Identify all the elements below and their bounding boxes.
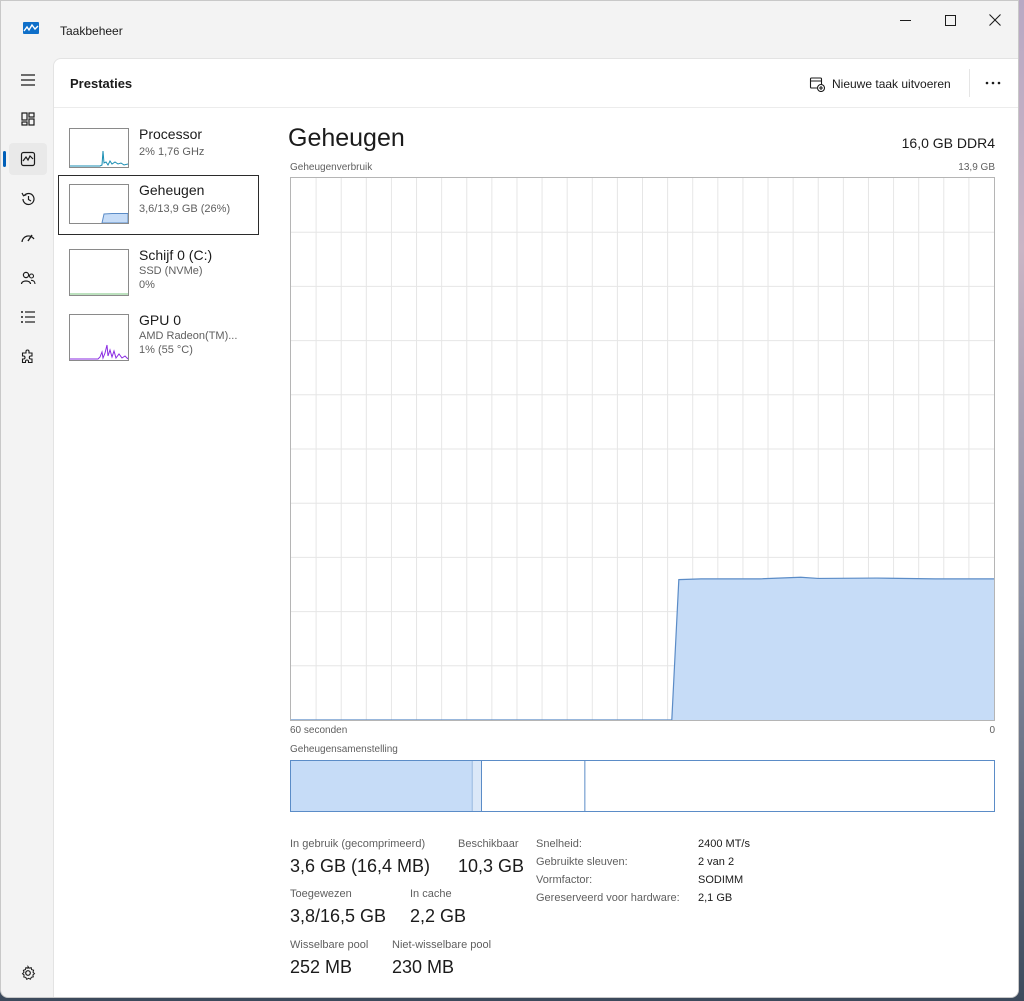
resource-detail: AMD Radeon(TM)...: [139, 330, 238, 342]
spec-label-reserved: Gereserveerd voor hardware:: [536, 892, 680, 904]
resource-item-memory[interactable]: Geheugen 3,6/13,9 GB (26%): [58, 175, 259, 235]
run-new-task-button[interactable]: Nieuwe taak uitvoeren: [809, 74, 951, 94]
chart-y-max: 13,9 GB: [958, 162, 995, 173]
hamburger-icon: [21, 74, 35, 86]
composition-in-use: [291, 761, 473, 811]
page-title: Prestaties: [70, 76, 133, 91]
cached-label: In cache: [410, 888, 452, 900]
x-axis-right-label: 0: [989, 725, 995, 736]
processor-thumbnail: [69, 128, 129, 168]
composition-modified: [472, 761, 482, 811]
header-separator: [969, 69, 970, 97]
in-use-value: 3,6 GB (16,4 MB): [290, 856, 431, 876]
users-icon: [20, 271, 36, 285]
minimize-icon: [899, 19, 911, 21]
resource-detail: 3,6/13,9 GB (26%): [139, 203, 231, 215]
memory-type: 16,0 GB DDR4: [901, 135, 995, 151]
resource-title: Geheugen: [288, 124, 405, 152]
performance-panel: Prestaties Nieuwe taak uitvoeren Process…: [53, 58, 1018, 997]
nav-processes[interactable]: [9, 103, 47, 135]
nav-app-history[interactable]: [9, 183, 47, 215]
new-task-icon: [809, 77, 825, 92]
nav-startup-apps[interactable]: [9, 222, 47, 254]
details-list-icon: [21, 311, 35, 323]
minimize-button[interactable]: [882, 9, 928, 31]
cached-value: 2,2 GB: [410, 906, 467, 926]
chart-title: Geheugenverbruik: [290, 162, 373, 173]
x-axis-left-label: 60 seconden: [290, 725, 348, 736]
spec-value-speed: 2400 MT/s: [698, 838, 750, 850]
page-header: Prestaties Nieuwe taak uitvoeren: [54, 59, 1018, 108]
run-new-task-label: Nieuwe taak uitvoeren: [832, 77, 951, 91]
task-manager-window: Taakbeheer Prestaties Nieuwe taak uitvoe…: [0, 0, 1019, 998]
resource-item-disk[interactable]: Schijf 0 (C:) SSD (NVMe) 0%: [58, 240, 259, 300]
window-title: Taakbeheer: [60, 24, 123, 38]
spec-value-slots: 2 van 2: [698, 856, 735, 868]
resource-detail: 2% 1,76 GHz: [139, 146, 205, 158]
memory-thumbnail: [69, 184, 129, 224]
gpu-thumbnail: [69, 314, 129, 361]
resource-usage: 1% (55 °C): [139, 344, 193, 356]
resource-name: GPU 0: [139, 312, 182, 328]
memory-composition-bar: [290, 760, 995, 812]
spec-value-reserved: 2,1 GB: [698, 892, 733, 904]
nav-settings[interactable]: [9, 957, 47, 989]
resource-name: Schijf 0 (C:): [139, 247, 213, 263]
composition-label: Geheugensamenstelling: [290, 744, 398, 755]
disk-thumbnail: [69, 249, 129, 296]
nav-performance[interactable]: [3, 143, 47, 175]
in-use-label: In gebruik (gecomprimeerd): [290, 838, 426, 850]
spec-label-form-factor: Vormfactor:: [536, 874, 593, 886]
nonpaged-pool-label: Niet-wisselbare pool: [392, 939, 492, 951]
history-icon: [21, 192, 35, 206]
resource-detail: SSD (NVMe): [139, 265, 203, 277]
gear-icon: [21, 965, 36, 980]
paged-pool-value: 252 MB: [290, 957, 353, 977]
speedometer-icon: [21, 234, 35, 243]
more-options-button[interactable]: [976, 72, 1010, 94]
resource-item-gpu[interactable]: GPU 0 AMD Radeon(TM)... 1% (55 °C): [58, 305, 259, 365]
maximize-icon: [944, 14, 956, 26]
task-manager-app-icon: [23, 21, 39, 34]
memory-usage-chart-svg: [291, 178, 994, 721]
resource-name: Geheugen: [139, 182, 205, 198]
resource-name: Processor: [139, 126, 203, 142]
close-button[interactable]: [972, 9, 1018, 31]
memory-composition-svg: [291, 761, 586, 811]
nav-details[interactable]: [9, 301, 47, 333]
maximize-button[interactable]: [927, 9, 973, 31]
performance-icon: [20, 151, 36, 167]
available-value: 10,3 GB: [458, 856, 525, 876]
resource-item-processor[interactable]: Processor 2% 1,76 GHz: [58, 119, 259, 179]
spec-value-form-factor: SODIMM: [698, 874, 744, 886]
spec-label-slots: Gebruikte sleuven:: [536, 856, 628, 868]
paged-pool-label: Wisselbare pool: [290, 939, 369, 951]
memory-usage-chart: [290, 177, 995, 721]
services-puzzle-icon: [21, 349, 33, 364]
committed-label: Toegewezen: [290, 888, 352, 900]
close-icon: [989, 14, 1001, 26]
more-dots-icon: [985, 81, 1001, 85]
committed-value: 3,8/16,5 GB: [290, 906, 387, 926]
resource-usage: 0%: [139, 279, 155, 291]
nav-users[interactable]: [9, 262, 47, 294]
spec-label-speed: Snelheid:: [536, 838, 582, 850]
title-bar: Taakbeheer: [1, 1, 1018, 57]
nav-services[interactable]: [9, 341, 47, 373]
hamburger-menu-button[interactable]: [9, 64, 47, 96]
nonpaged-pool-value: 230 MB: [392, 957, 455, 977]
active-indicator: [3, 151, 6, 167]
available-label: Beschikbaar: [458, 838, 519, 850]
processes-icon: [21, 112, 35, 126]
navigation-rail: [1, 57, 53, 997]
